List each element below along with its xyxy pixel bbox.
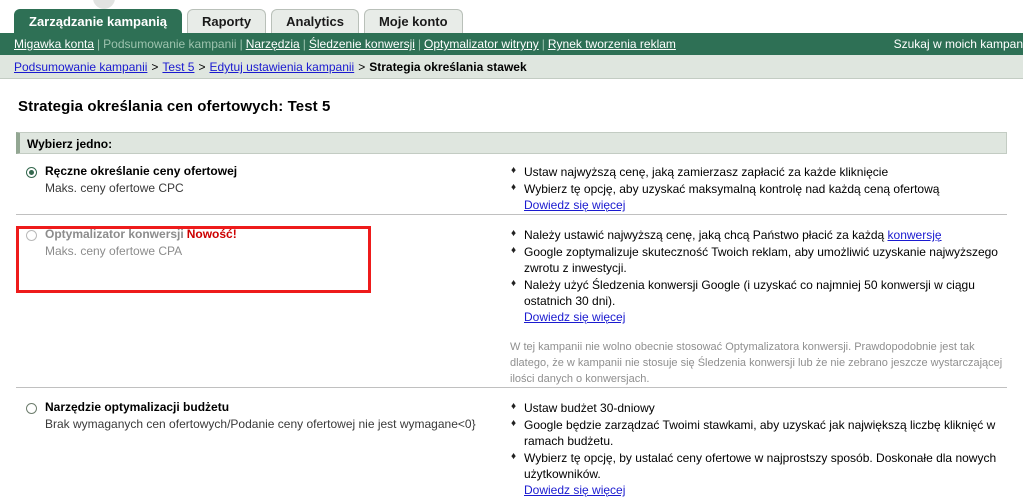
option-text-conversion-optimizer: Optymalizator konwersji Nowość! Maks. cen…	[45, 227, 237, 259]
radio-manual-cpc[interactable]	[26, 167, 37, 178]
bullet-item: Google będzie zarządzać Twoimi stawkami,…	[510, 416, 1007, 449]
secondary-nav-bar: Migawka konta | Podsumowanie kampanii | Narz…	[0, 33, 1023, 55]
bullet-item: Wybierz tę opcję, by ustalać ceny oferto…	[510, 449, 1007, 498]
partial-logo-icon	[93, 0, 115, 9]
nav-link-podsumowanie-kampanii[interactable]: Podsumowanie kampanii	[103, 37, 236, 51]
bullet-item: Ustaw budżet 30-dniowy	[510, 399, 1007, 416]
nav-link-migawka-konta[interactable]: Migawka konta	[14, 37, 94, 51]
nav-separator: |	[239, 37, 243, 51]
breadcrumb-item-edytuj-ustawienia[interactable]: Edytuj ustawienia kampanii	[209, 60, 354, 74]
bullet-list-budget-optimizer: Ustaw budżet 30-dniowy Google będzie zar…	[510, 399, 1007, 498]
nav-link-sledzenie-konwersji[interactable]: Śledzenie konwersji	[309, 37, 415, 51]
bullet-list-manual-cpc: Ustaw najwyższą cenę, jaką zamierzasz za…	[510, 163, 1007, 213]
disabled-explanation-note: W tej kampanii nie wolno obecnie stosowa…	[510, 341, 1003, 385]
option-title-manual-cpc: Ręczne określanie ceny ofertowej	[45, 164, 238, 178]
page-content: Strategia określania cen ofertowych: Tes…	[0, 98, 1023, 499]
option-title-text: Optymalizator konwersji	[45, 227, 184, 241]
tab-raporty[interactable]: Raporty	[187, 9, 267, 33]
nav-separator: |	[541, 37, 545, 51]
section-header-choose-one: Wybierz jedno:	[16, 132, 1007, 154]
option-subtitle-manual-cpc: Maks. ceny ofertowe CPC	[45, 181, 184, 195]
bullet-item: Ustaw najwyższą cenę, jaką zamierzasz za…	[510, 163, 1007, 180]
nav-separator: |	[417, 37, 422, 51]
option-title-conversion-optimizer: Optymalizator konwersji Nowość!	[45, 227, 237, 242]
bullet-text: Należy użyć Śledzenia konwersji Google (…	[524, 278, 975, 308]
option-text-budget-optimizer: Narzędzie optymalizacji budżetu Brak wym…	[45, 400, 476, 432]
breadcrumb-item-current: Strategia określania stawek	[369, 60, 527, 74]
nav-separator: |	[97, 37, 101, 51]
bidding-strategy-options: Ręczne określanie ceny ofertowej Maks. c…	[16, 154, 1007, 499]
breadcrumb-separator: >	[198, 60, 206, 74]
option-right-budget-optimizer: Ustaw budżet 30-dniowy Google będzie zar…	[493, 399, 1007, 499]
option-text-manual-cpc: Ręczne określanie ceny ofertowej Maks. c…	[45, 164, 237, 196]
learn-more-link-budget-optimizer[interactable]: Dowiedz się więcej	[524, 483, 625, 497]
option-row-manual-cpc[interactable]: Ręczne określanie ceny ofertowej Maks. c…	[16, 154, 1007, 214]
learn-more-link-conversion-optimizer[interactable]: Dowiedz się więcej	[524, 310, 625, 324]
tab-moje-konto[interactable]: Moje konto	[363, 9, 463, 33]
conversion-term-link[interactable]: konwersję	[888, 228, 942, 242]
tab-analytics[interactable]: Analytics	[271, 9, 359, 33]
option-right-manual-cpc: Ustaw najwyższą cenę, jaką zamierzasz za…	[493, 163, 1007, 214]
new-badge: Nowość!	[186, 227, 237, 241]
nav-separator: |	[302, 37, 306, 51]
bullet-item: Należy ustawić najwyższą cenę, jaką chcą…	[510, 226, 1007, 243]
bullet-item: Należy użyć Śledzenia konwersji Google (…	[510, 276, 1007, 325]
breadcrumb-separator: >	[358, 60, 366, 74]
breadcrumb-separator: >	[151, 60, 159, 74]
option-subtitle-budget-optimizer: Brak wymaganych cen ofertowych/Podanie c…	[45, 417, 476, 431]
nav-link-rynek-tworzenia-reklam[interactable]: Rynek tworzenia reklam	[548, 37, 676, 51]
bullet-text: Wybierz tę opcję, by ustalać ceny oferto…	[524, 451, 997, 481]
option-title-budget-optimizer: Narzędzie optymalizacji budżetu	[45, 400, 230, 414]
nav-link-optymalizator-witryny[interactable]: Optymalizator witryny	[424, 37, 539, 51]
radio-budget-optimizer[interactable]	[26, 403, 37, 414]
page-title: Strategia określania cen ofertowych: Tes…	[18, 98, 331, 115]
option-left-budget-optimizer: Narzędzie optymalizacji budżetu Brak wym…	[16, 400, 493, 432]
bullet-text: Należy ustawić najwyższą cenę, jaką chcą…	[524, 228, 942, 242]
option-row-conversion-optimizer: Optymalizator konwersji Nowość! Maks. cen…	[16, 214, 1007, 387]
option-row-budget-optimizer[interactable]: Narzędzie optymalizacji budżetu Brak wym…	[16, 387, 1007, 499]
nav-link-narzedzia[interactable]: Narzędzia	[246, 37, 300, 51]
breadcrumb: Podsumowanie kampanii > Test 5 > Edytuj usta…	[0, 55, 1023, 79]
option-left-manual-cpc: Ręczne określanie ceny ofertowej Maks. c…	[16, 164, 493, 196]
option-left-conversion-optimizer: Optymalizator konwersji Nowość! Maks. cen…	[16, 227, 493, 259]
option-subtitle-conversion-optimizer: Maks. ceny ofertowe CPA	[45, 244, 183, 258]
logo-strip	[0, 0, 1023, 9]
bullet-item: Wybierz tę opcję, aby uzyskać maksymalną…	[510, 180, 1007, 213]
breadcrumb-item-podsumowanie-kampanii[interactable]: Podsumowanie kampanii	[14, 60, 147, 74]
learn-more-link-manual-cpc[interactable]: Dowiedz się więcej	[524, 198, 625, 212]
bullet-list-conversion-optimizer: Należy ustawić najwyższą cenę, jaką chcą…	[510, 226, 1007, 325]
tab-zarzadzanie-kampania[interactable]: Zarządzanie kampanią	[14, 9, 182, 33]
option-right-conversion-optimizer: Należy ustawić najwyższą cenę, jaką chcą…	[493, 226, 1007, 387]
radio-conversion-optimizer	[26, 230, 37, 241]
primary-tab-bar: Zarządzanie kampanią Raporty Analytics Moje…	[0, 9, 1023, 33]
search-campaigns-label[interactable]: Szukaj w moich kampan	[894, 33, 1023, 55]
breadcrumb-item-test-5[interactable]: Test 5	[162, 60, 194, 74]
bullet-item: Google zoptymalizuje skuteczność Twoich …	[510, 243, 1007, 276]
bullet-text: Wybierz tę opcję, aby uzyskać maksymalną…	[524, 182, 940, 196]
